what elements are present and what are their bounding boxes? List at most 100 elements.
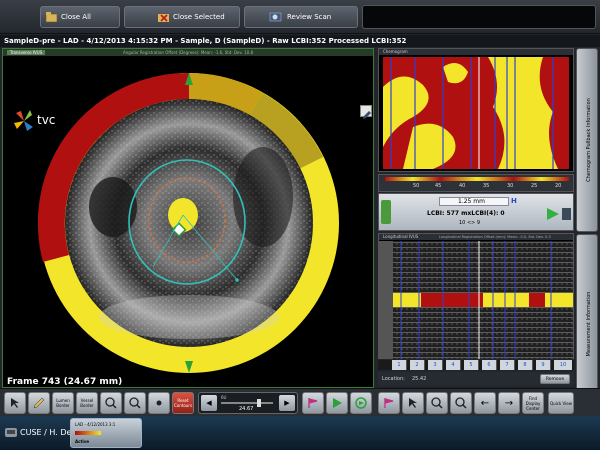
frame-next-button[interactable]: ▶ <box>279 395 295 411</box>
play-right-arrow-icon[interactable] <box>547 208 559 220</box>
close-all-button[interactable]: Close All <box>40 6 120 28</box>
scale-tick-45: 45 <box>435 183 442 189</box>
quick-view-button[interactable]: Quick View <box>548 392 574 414</box>
pointer-icon <box>11 398 19 408</box>
longitudinal-upper-half <box>379 241 573 293</box>
segment-4[interactable]: 4 <box>446 360 461 370</box>
scan-title: SampleD-pre - LAD - 4/12/2013 4:15:32 PM… <box>0 35 600 47</box>
edit-pencil-icon[interactable] <box>360 105 372 119</box>
vessel-border-handle[interactable] <box>235 278 239 282</box>
segment-strip: 1 2 3 4 5 6 7 8 9 10 <box>378 360 574 370</box>
vessel-border-button[interactable]: Vessel Border <box>76 392 98 414</box>
segment-3[interactable]: 3 <box>428 360 443 370</box>
task-tile-chemogram-thumb <box>75 431 101 435</box>
scale-tick-35: 35 <box>483 183 490 189</box>
frame-slider-track[interactable] <box>221 402 273 404</box>
flag-marker-button[interactable] <box>302 392 324 414</box>
chemogram-panel[interactable]: Chemogram <box>378 48 574 172</box>
frame-prev-button[interactable]: ◀ <box>201 395 217 411</box>
review-scan-button[interactable]: Review Scan <box>244 6 358 28</box>
slider-top-label: 6U <box>221 395 227 400</box>
arrow-left-button[interactable]: ← <box>474 392 496 414</box>
segment-8[interactable]: 8 <box>518 360 533 370</box>
segment-1[interactable]: 1 <box>392 360 407 370</box>
play-icon <box>333 398 342 408</box>
segment-5[interactable]: 5 <box>464 360 479 370</box>
chemogram-image[interactable] <box>383 57 569 169</box>
chemogram-header: Chemogram <box>379 49 573 55</box>
segment-6[interactable]: 6 <box>482 360 497 370</box>
pencil-icon <box>33 397 45 409</box>
scale-tick-40: 40 <box>459 183 466 189</box>
center-dot-button[interactable] <box>148 392 170 414</box>
open-scan-tile[interactable]: LAD - 4/12/2013 3:1 Active <box>70 418 142 448</box>
longitudinal-ivus-panel[interactable]: Longitudinal IVUS Longitudinal Registrat… <box>378 233 574 359</box>
magnify-plus-icon <box>105 397 117 409</box>
scale-tick-50: 50 <box>413 183 420 189</box>
longitudinal-image[interactable] <box>379 241 573 359</box>
long-magnify-plus-icon <box>431 397 443 409</box>
segment-9[interactable]: 9 <box>536 360 551 370</box>
measurement-info-panel: 1.25 mm H LCBI: 577 mxLCBI(4): 0 10 <> 9 <box>378 193 574 231</box>
long-pointer-button[interactable] <box>402 392 424 414</box>
folder-close-icon <box>45 12 58 23</box>
segment-10[interactable]: 10 <box>554 360 572 370</box>
chemogram-scale-bar[interactable]: 50 45 40 35 30 25 20 <box>378 174 574 192</box>
strip-yellow-2 <box>483 293 529 307</box>
review-scan-icon <box>269 12 282 22</box>
end-arrow-icon[interactable] <box>562 208 571 220</box>
range-readout: 10 <> 9 <box>459 220 481 226</box>
flag-marker-right-button[interactable] <box>378 392 400 414</box>
zoom-out-button[interactable] <box>124 392 146 414</box>
long-zoom-in-button[interactable] <box>426 392 448 414</box>
segment-2[interactable]: 2 <box>410 360 425 370</box>
frame-slider-thumb[interactable] <box>257 399 261 407</box>
reset-contours-button[interactable]: Reset Contours <box>172 392 194 414</box>
ivus-panel-header: Transverse IVUS Angular Registration Off… <box>3 49 373 56</box>
pencil-tool-button[interactable] <box>28 392 50 414</box>
loop-button[interactable] <box>350 392 372 414</box>
side-tab-chemogram-info-label: Chemogram Pullback Information <box>586 98 592 182</box>
ivus-application: Close All Close Selected Review Scan Sam… <box>0 0 600 450</box>
frame-slider-group: ◀ 6U 24.67 ▶ <box>198 392 298 414</box>
side-tab-measurement-info[interactable]: Measurement Information <box>576 234 598 414</box>
tvc-logo-icon <box>14 110 33 131</box>
long-pointer-icon <box>409 398 417 408</box>
top-toolbar: Close All Close Selected Review Scan <box>0 0 600 34</box>
transverse-tab[interactable]: Transverse IVUS <box>7 50 46 55</box>
arrow-right-button[interactable]: → <box>498 392 520 414</box>
pointer-tool-button[interactable] <box>4 392 26 414</box>
zoom-in-button[interactable] <box>100 392 122 414</box>
scale-tick-25: 25 <box>531 183 538 189</box>
play-button[interactable] <box>326 392 348 414</box>
long-zoom-out-button[interactable] <box>450 392 472 414</box>
scale-tick-30: 30 <box>507 183 514 189</box>
task-tile-title: LAD - 4/12/2013 3:1 <box>75 422 116 427</box>
loop-icon <box>355 397 367 409</box>
distance-field[interactable]: 1.25 mm <box>439 197 509 206</box>
location-value: 25.42 <box>412 376 427 382</box>
lumen-border-button[interactable]: Lumen Border <box>52 392 74 414</box>
user-avatar-icon[interactable] <box>4 424 18 438</box>
transverse-ivus-panel[interactable]: Transverse IVUS Angular Registration Off… <box>2 48 374 388</box>
angular-offset-text: Angular Registration Offset (Degrees): M… <box>123 50 253 55</box>
flag-right-icon <box>384 398 394 408</box>
segment-7[interactable]: 7 <box>500 360 515 370</box>
dot-icon <box>156 400 162 406</box>
left-nav-arrow-icon[interactable] <box>381 200 391 224</box>
ivus-cross-section[interactable] <box>3 57 373 387</box>
close-selected-icon <box>158 14 169 22</box>
slider-value: 24.67 <box>239 406 254 412</box>
longitudinal-offset-text: Longitudinal Registration Offset (mm): M… <box>439 235 551 239</box>
side-tab-chemogram-info[interactable]: Chemogram Pullback Information <box>576 48 598 232</box>
bright-tissue-lower <box>99 295 279 339</box>
task-tile-status: Active <box>75 439 90 444</box>
longitudinal-tab[interactable]: Longitudinal IVUS <box>383 234 418 239</box>
strip-yellow-3 <box>545 293 573 307</box>
longitudinal-lower-half <box>379 307 573 359</box>
chemogram-tab[interactable]: Chemogram <box>383 49 408 54</box>
tvc-logo-text: tvc <box>37 113 56 127</box>
find-center-button[interactable]: Find Display Center <box>522 392 544 414</box>
close-selected-button[interactable]: Close Selected <box>124 6 240 28</box>
remove-button[interactable]: Remove <box>540 374 570 384</box>
